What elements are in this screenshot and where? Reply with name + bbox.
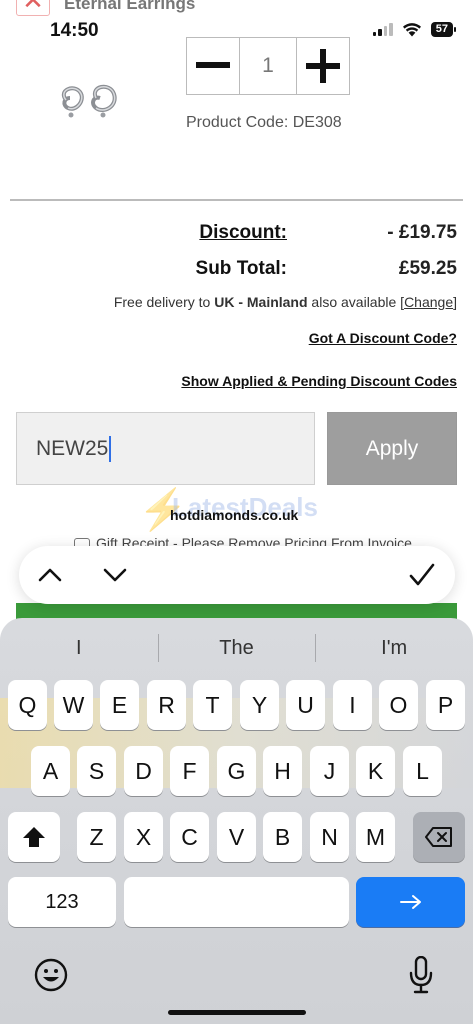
suggestion[interactable]: I'm	[315, 626, 473, 670]
key-i[interactable]: I	[333, 680, 372, 730]
key-r[interactable]: R	[147, 680, 186, 730]
discount-value: - £19.75	[387, 222, 457, 243]
suggestion-bar: I The I'm	[0, 626, 473, 670]
decrease-quantity-button[interactable]	[186, 37, 240, 95]
product-header: ✕ Eternal Earrings	[0, 0, 473, 16]
key-v[interactable]: V	[217, 812, 256, 862]
key-m[interactable]: M	[356, 812, 395, 862]
quantity-stepper: 1	[186, 37, 350, 95]
key-u[interactable]: U	[286, 680, 325, 730]
discount-label: Discount:	[199, 222, 287, 243]
suggestion[interactable]: I	[0, 626, 158, 670]
key-f[interactable]: F	[170, 746, 209, 796]
delete-key[interactable]	[413, 812, 465, 862]
plus-icon	[306, 49, 340, 83]
discount-code-value: NEW25	[36, 436, 109, 460]
apply-button[interactable]: Apply	[327, 412, 457, 485]
delivery-region: UK - Mainland	[214, 294, 308, 310]
subtotal-label: Sub Total:	[195, 258, 287, 279]
got-discount-code-link[interactable]: Got A Discount Code?	[309, 330, 457, 346]
shift-icon	[23, 827, 45, 847]
key-a[interactable]: A	[31, 746, 70, 796]
product-code: Product Code: DE308	[186, 114, 342, 131]
delivery-suffix: ]	[453, 294, 457, 310]
microphone-icon[interactable]	[408, 956, 434, 994]
battery-icon: 57	[430, 22, 457, 37]
key-h[interactable]: H	[263, 746, 302, 796]
text-caret	[109, 435, 112, 462]
product-image[interactable]	[40, 70, 130, 140]
key-b[interactable]: B	[263, 812, 302, 862]
backspace-icon	[425, 827, 452, 847]
discount-code-input[interactable]: NEW25	[16, 412, 315, 485]
key-q[interactable]: Q	[8, 680, 47, 730]
key-n[interactable]: N	[310, 812, 349, 862]
key-k[interactable]: K	[356, 746, 395, 796]
key-s[interactable]: S	[77, 746, 116, 796]
key-y[interactable]: Y	[240, 680, 279, 730]
space-key[interactable]	[124, 877, 349, 927]
delivery-note: Free delivery to UK - Mainland also avai…	[114, 294, 457, 310]
status-icons: 57	[372, 22, 457, 37]
suggestion[interactable]: The	[157, 626, 316, 670]
minus-icon	[196, 62, 230, 68]
key-e[interactable]: E	[100, 680, 139, 730]
delivery-middle: also available [	[307, 294, 405, 310]
key-x[interactable]: X	[124, 812, 163, 862]
key-c[interactable]: C	[170, 812, 209, 862]
change-delivery-link[interactable]: Change	[404, 294, 453, 310]
quantity-value[interactable]: 1	[240, 37, 296, 95]
numbers-key[interactable]: 123	[8, 877, 116, 927]
arrow-right-icon	[399, 895, 421, 909]
key-z[interactable]: Z	[77, 812, 116, 862]
key-o[interactable]: O	[379, 680, 418, 730]
checkmark-icon	[409, 563, 435, 586]
next-field-button[interactable]	[98, 558, 132, 592]
divider	[10, 199, 463, 201]
remove-item-button[interactable]: ✕	[16, 0, 50, 16]
product-name: Eternal Earrings	[64, 0, 196, 13]
key-t[interactable]: T	[193, 680, 232, 730]
key-j[interactable]: J	[310, 746, 349, 796]
wifi-icon	[402, 22, 421, 36]
watermark-site: hotdiamonds.co.uk	[170, 507, 299, 523]
key-p[interactable]: P	[426, 680, 465, 730]
key-l[interactable]: L	[403, 746, 442, 796]
go-key[interactable]	[356, 877, 465, 927]
emoji-icon[interactable]	[34, 958, 68, 992]
keyboard-accessory-bar	[19, 546, 455, 604]
key-g[interactable]: G	[217, 746, 256, 796]
status-time: 14:50	[50, 20, 99, 41]
chevron-down-icon	[103, 568, 127, 582]
subtotal-value: £59.25	[398, 258, 457, 279]
delivery-prefix: Free delivery to	[113, 294, 215, 310]
shift-key[interactable]	[8, 812, 60, 862]
key-d[interactable]: D	[124, 746, 163, 796]
key-w[interactable]: W	[54, 680, 93, 730]
signal-icon	[372, 23, 393, 36]
previous-field-button[interactable]	[33, 558, 67, 592]
home-indicator	[168, 1010, 306, 1015]
done-button[interactable]	[405, 558, 439, 592]
show-pending-codes-link[interactable]: Show Applied & Pending Discount Codes	[181, 373, 457, 389]
keyboard: I The I'm Q W E R T Y U I O P A S D F G …	[0, 618, 473, 1024]
chevron-up-icon	[38, 568, 62, 582]
increase-quantity-button[interactable]	[296, 37, 350, 95]
